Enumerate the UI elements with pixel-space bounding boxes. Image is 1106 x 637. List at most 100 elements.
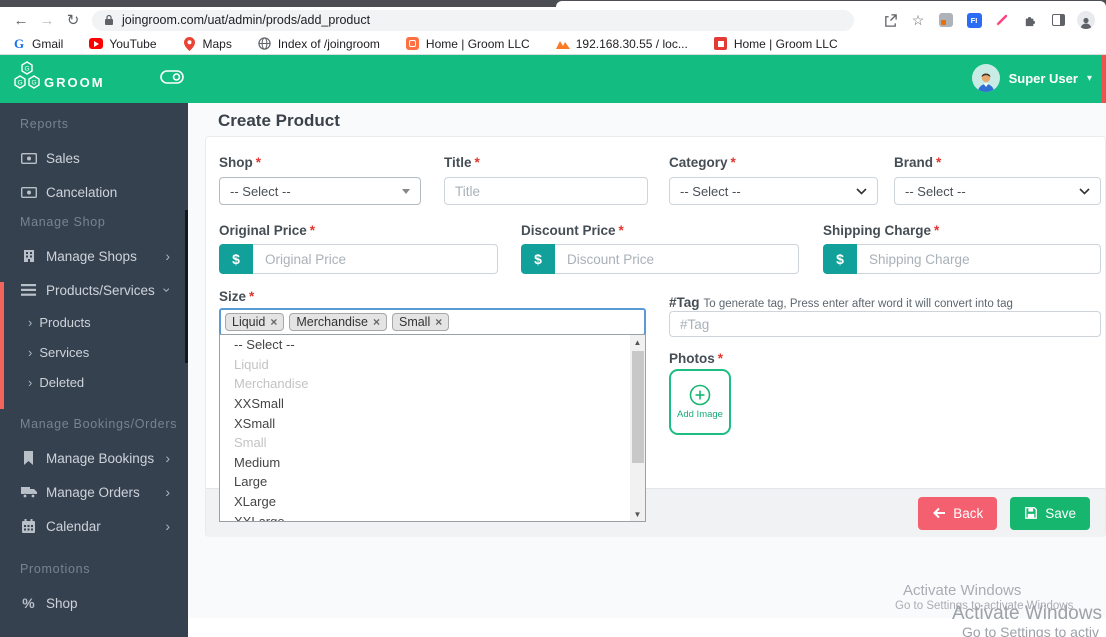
- sidebar-item-manage-orders[interactable]: Manage Orders ›: [0, 479, 188, 505]
- browser-forward-icon[interactable]: →: [34, 12, 60, 29]
- size-tag-liquid: Liquid ×: [225, 313, 285, 331]
- sidebar-item-manage-shops[interactable]: Manage Shops ›: [0, 243, 188, 269]
- scroll-up-icon[interactable]: ▲: [630, 335, 645, 349]
- scrollbar-thumb[interactable]: [631, 351, 644, 463]
- sidebar-subitem-products[interactable]: › Products: [0, 310, 188, 334]
- bookmark-maps[interactable]: Maps: [183, 36, 232, 51]
- size-multiselect[interactable]: Liquid × Merchandise × Small ×: [219, 308, 646, 336]
- remove-tag-icon[interactable]: ×: [373, 316, 380, 328]
- size-option-medium[interactable]: Medium: [220, 453, 645, 473]
- size-option-xxsmall[interactable]: XXSmall: [220, 394, 645, 414]
- bookmark-star-icon[interactable]: ☆: [908, 10, 928, 30]
- caret-down-icon: [402, 188, 410, 194]
- bookmark-localhost[interactable]: 192.168.30.55 / loc...: [555, 37, 688, 51]
- sidebar-item-calendar[interactable]: Calendar ›: [0, 513, 188, 539]
- globe-icon: [258, 37, 272, 51]
- xampp-icon: [555, 37, 570, 51]
- size-option-xlarge[interactable]: XLarge: [220, 492, 645, 512]
- size-option-select[interactable]: -- Select --: [220, 335, 645, 355]
- share-icon[interactable]: [880, 10, 900, 30]
- youtube-icon: [89, 37, 104, 51]
- shop-select[interactable]: -- Select --: [219, 177, 421, 205]
- remove-tag-icon[interactable]: ×: [270, 316, 277, 328]
- shop-label: Shop *: [219, 155, 262, 170]
- photos-label: Photos *: [669, 351, 724, 366]
- groom-orange-icon: [406, 37, 420, 51]
- brand-select[interactable]: -- Select --: [894, 177, 1101, 205]
- bookmark-gmail[interactable]: G Gmail: [12, 35, 63, 51]
- chevron-down-icon: ›: [159, 287, 176, 293]
- photos-extension-icon[interactable]: [936, 10, 956, 30]
- size-option-liquid[interactable]: Liquid: [220, 355, 645, 375]
- original-price-input[interactable]: [253, 244, 498, 274]
- remove-tag-icon[interactable]: ×: [435, 316, 442, 328]
- sidebar-item-manage-bookings[interactable]: Manage Bookings ›: [0, 445, 188, 471]
- dropdown-scrollbar[interactable]: ▲ ▼: [630, 335, 645, 521]
- dollar-addon: $: [521, 244, 555, 274]
- groom-hexagons-icon: GG G: [14, 61, 40, 89]
- size-label: Size *: [219, 289, 255, 304]
- map-pin-icon: [183, 36, 197, 51]
- bookmark-index-joingroom[interactable]: Index of /joingroom: [258, 37, 380, 51]
- pen-extension-icon[interactable]: [992, 10, 1012, 30]
- chevron-right-icon: ›: [165, 484, 170, 500]
- fi-extension-icon[interactable]: FI: [964, 10, 984, 30]
- app-header: GGG GROOM Super User ▾: [0, 55, 1106, 103]
- bookmark-home-groom-1[interactable]: Home | Groom LLC: [406, 37, 530, 51]
- header-edge-strip: [1102, 55, 1106, 103]
- groom-red-icon: [714, 37, 728, 51]
- brand-name: GROOM: [44, 75, 105, 90]
- brand-logo[interactable]: GGG GROOM: [12, 61, 105, 95]
- percent-icon: %: [22, 595, 35, 611]
- size-option-small[interactable]: Small: [220, 433, 645, 453]
- dollar-addon: $: [823, 244, 857, 274]
- tag-input[interactable]: [669, 311, 1101, 337]
- side-panel-icon[interactable]: [1048, 10, 1068, 30]
- chevron-down-icon: [1079, 187, 1090, 195]
- sidebar-item-shop[interactable]: % Shop: [0, 590, 188, 616]
- angle-right-icon: ›: [28, 344, 33, 360]
- category-select[interactable]: -- Select --: [669, 177, 878, 205]
- sidebar-item-sales[interactable]: Sales: [0, 145, 188, 171]
- sidebar-item-cancelation[interactable]: Cancelation: [0, 179, 188, 205]
- sidebar-section-reports: Reports: [20, 117, 69, 131]
- user-avatar: [971, 64, 1000, 92]
- discount-price-input[interactable]: [555, 244, 799, 274]
- shipping-charge-input[interactable]: [857, 244, 1101, 274]
- bookmark-home-groom-2[interactable]: Home | Groom LLC: [714, 37, 838, 51]
- address-bar[interactable]: joingroom.com/uat/admin/prods/add_produc…: [92, 9, 854, 31]
- chevron-down-icon: [856, 187, 867, 195]
- title-input[interactable]: [444, 177, 648, 205]
- active-section-accent: [0, 282, 4, 409]
- activate-windows-watermark: Activate Windows: [903, 582, 1022, 599]
- chevron-right-icon: ›: [165, 518, 170, 534]
- browser-profile-avatar[interactable]: [1076, 10, 1096, 30]
- chevron-down-icon: ▾: [1086, 72, 1092, 84]
- sidebar-section-promotions: Promotions: [20, 562, 91, 576]
- browser-back-icon[interactable]: ←: [8, 12, 34, 29]
- extensions-puzzle-icon[interactable]: [1020, 10, 1040, 30]
- size-option-large[interactable]: Large: [220, 472, 645, 492]
- size-option-xxlarge[interactable]: XXLarge: [220, 511, 645, 521]
- save-button[interactable]: Save: [1010, 496, 1090, 530]
- calendar-icon: [20, 519, 37, 533]
- add-image-button[interactable]: Add Image: [669, 369, 731, 435]
- user-menu[interactable]: Super User ▾: [971, 64, 1092, 92]
- activate-windows-watermark: Activate Windows: [952, 603, 1102, 624]
- browser-reload-icon[interactable]: ↻: [60, 11, 86, 29]
- size-option-merchandise[interactable]: Merchandise: [220, 374, 645, 394]
- url-text: joingroom.com/uat/admin/prods/add_produc…: [122, 13, 371, 27]
- truck-icon: [20, 486, 37, 498]
- svg-text:G: G: [31, 80, 36, 87]
- bookmark-youtube[interactable]: YouTube: [89, 37, 157, 51]
- sidebar-subitem-deleted[interactable]: › Deleted: [0, 370, 188, 394]
- back-button[interactable]: Back: [918, 496, 998, 530]
- sidebar-subitem-services[interactable]: › Services: [0, 340, 188, 364]
- size-option-xsmall[interactable]: XSmall: [220, 413, 645, 433]
- gmail-icon: G: [13, 35, 25, 51]
- sidebar-toggle-icon[interactable]: [160, 70, 184, 89]
- sidebar-item-products-services[interactable]: Products/Services ›: [0, 277, 188, 303]
- scroll-down-icon[interactable]: ▼: [630, 507, 645, 521]
- bookmarks-bar: G Gmail YouTube Maps Index of /joingroom…: [0, 33, 1106, 55]
- angle-right-icon: ›: [28, 314, 33, 330]
